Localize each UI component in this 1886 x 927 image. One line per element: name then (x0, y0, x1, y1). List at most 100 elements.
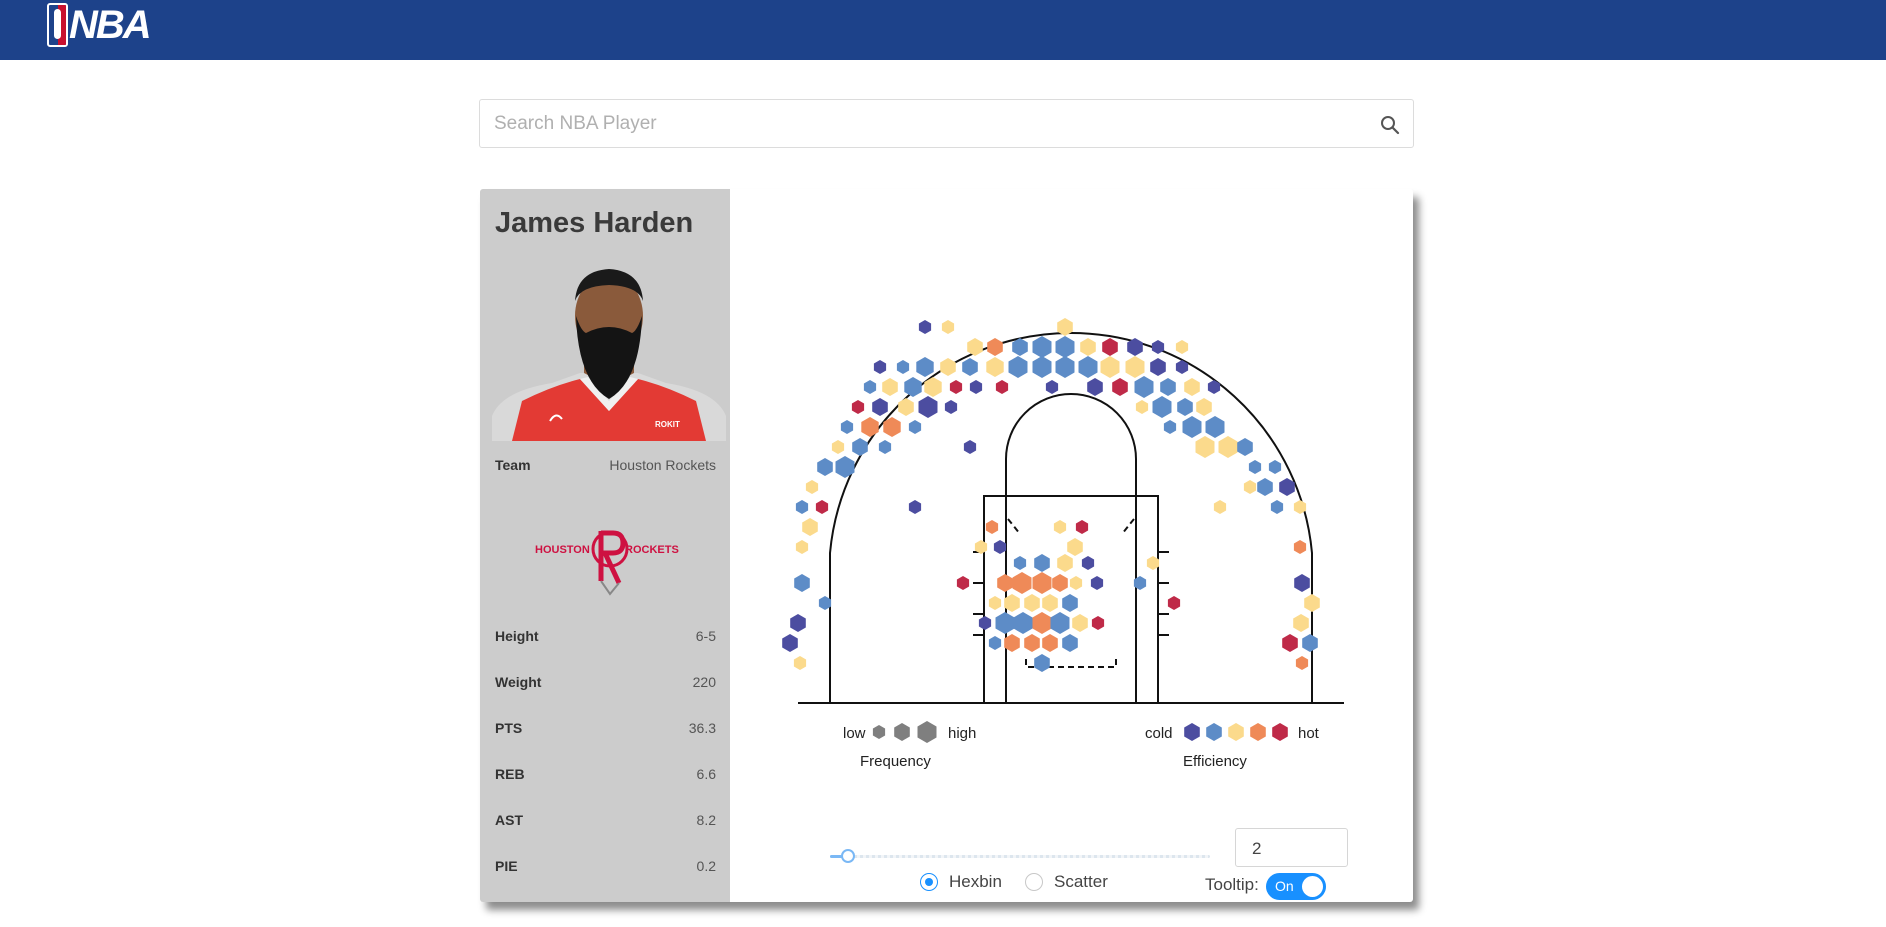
shot-hexbin[interactable] (1237, 438, 1253, 456)
legend-efficiency-hex[interactable] (1206, 723, 1222, 741)
shot-hexbin[interactable] (941, 320, 955, 334)
shot-hexbin[interactable] (1042, 634, 1058, 652)
shot-hexbin[interactable] (782, 634, 798, 652)
shot-hexbin[interactable] (1167, 596, 1181, 610)
shot-hexbin[interactable] (1055, 336, 1075, 358)
shot-hexbin[interactable] (805, 480, 819, 494)
shot-hexbin[interactable] (1163, 420, 1177, 434)
shot-hexbin[interactable] (1057, 554, 1073, 572)
shot-hexbin[interactable] (1293, 614, 1309, 632)
shot-hexbin[interactable] (1293, 540, 1307, 554)
shot-hexbin[interactable] (1184, 378, 1200, 396)
shot-hexbin[interactable] (908, 500, 922, 514)
shot-hexbin[interactable] (1182, 416, 1202, 438)
legend-efficiency-hex[interactable] (1272, 723, 1288, 741)
shot-hexbin[interactable] (882, 378, 898, 396)
shot-hexbin[interactable] (1072, 614, 1088, 632)
shot-hexbin[interactable] (878, 440, 892, 454)
shot-hexbin[interactable] (1045, 380, 1059, 394)
shot-hexbin[interactable] (1294, 574, 1310, 592)
shot-hexbin[interactable] (1102, 338, 1118, 356)
shot-hexbin[interactable] (962, 358, 978, 376)
shot-hexbin[interactable] (1087, 378, 1103, 396)
shot-hexbin[interactable] (908, 420, 922, 434)
shot-hexbin[interactable] (1091, 616, 1105, 630)
legend-frequency-hex[interactable] (917, 721, 937, 743)
shot-hexbin[interactable] (1160, 378, 1176, 396)
shot-hexbin[interactable] (1024, 634, 1040, 652)
shot-hexbin[interactable] (831, 440, 845, 454)
shot-hexbin[interactable] (1055, 356, 1075, 378)
player-search-box[interactable] (479, 99, 1414, 148)
legend-efficiency-hex[interactable] (1228, 723, 1244, 741)
nba-logo[interactable]: NBA (47, 2, 152, 48)
shot-hexbin[interactable] (969, 380, 983, 394)
shot-hexbin[interactable] (967, 338, 983, 356)
hexbin-radio[interactable]: Hexbin (920, 872, 1002, 892)
shot-hexbin[interactable] (873, 360, 887, 374)
shot-hexbin[interactable] (1134, 376, 1154, 398)
shot-hexbin[interactable] (1042, 594, 1058, 612)
shot-hexbin[interactable] (1032, 572, 1052, 594)
shot-hexbin[interactable] (1257, 478, 1273, 496)
shot-hexbin[interactable] (793, 656, 807, 670)
scatter-radio-dot[interactable] (1025, 873, 1043, 891)
shot-hexbin[interactable] (1213, 500, 1227, 514)
shot-hexbin[interactable] (944, 400, 958, 414)
shot-hexbin[interactable] (1050, 612, 1070, 634)
shot-hexbin[interactable] (1295, 656, 1309, 670)
shot-hexbin[interactable] (1034, 654, 1050, 672)
shot-hexbin[interactable] (1177, 398, 1193, 416)
shot-hexbin[interactable] (852, 438, 868, 456)
legend-frequency-hex[interactable] (872, 725, 886, 739)
shot-hexbin[interactable] (1282, 634, 1298, 652)
shot-hexbin[interactable] (995, 612, 1015, 634)
shot-hexbin[interactable] (863, 380, 877, 394)
shot-hexbin[interactable] (1080, 338, 1096, 356)
shot-hexbin[interactable] (940, 358, 956, 376)
shot-hexbin[interactable] (1152, 396, 1172, 418)
shot-hexbin[interactable] (802, 518, 818, 536)
tooltip-toggle-knob[interactable] (1302, 876, 1323, 897)
shot-hexbin[interactable] (1175, 340, 1189, 354)
scatter-radio[interactable]: Scatter (1025, 872, 1108, 892)
shot-hexbin[interactable] (1100, 356, 1120, 378)
shot-hexbin[interactable] (1195, 436, 1215, 458)
shot-hexbin[interactable] (1013, 556, 1027, 570)
shot-hexbin[interactable] (1078, 356, 1098, 378)
shot-hexbin[interactable] (1196, 398, 1212, 416)
bin-size-input[interactable] (1250, 836, 1344, 862)
shot-hexbin[interactable] (1008, 356, 1028, 378)
shot-hexbin[interactable] (1081, 556, 1095, 570)
shot-hexbin[interactable] (1268, 460, 1282, 474)
shot-hexbin[interactable] (815, 500, 829, 514)
shot-hexbin[interactable] (904, 377, 922, 397)
shot-hexbin[interactable] (794, 574, 810, 592)
shot-hexbin[interactable] (861, 417, 879, 437)
search-input[interactable] (492, 108, 1376, 140)
shot-hexbin[interactable] (898, 398, 914, 416)
shot-hexbin[interactable] (1062, 594, 1078, 612)
shot-hexbin[interactable] (840, 420, 854, 434)
shot-hexbin[interactable] (988, 596, 1002, 610)
shot-hexbin[interactable] (1279, 478, 1295, 496)
shot-hexbin[interactable] (851, 400, 865, 414)
shot-hexbin[interactable] (1112, 378, 1128, 396)
shot-hexbin[interactable] (1067, 538, 1083, 556)
shot-hexbin[interactable] (1218, 436, 1238, 458)
shot-hexbin[interactable] (985, 520, 999, 534)
shot-hexbin[interactable] (817, 458, 833, 476)
shot-hexbin[interactable] (1013, 612, 1033, 634)
shot-hexbin[interactable] (1302, 634, 1318, 652)
legend-efficiency-hex[interactable] (1184, 723, 1200, 741)
shot-hexbin[interactable] (993, 540, 1007, 554)
shot-hexbin[interactable] (1248, 460, 1262, 474)
shot-hexbin[interactable] (1125, 356, 1145, 378)
shot-hexbin[interactable] (1012, 572, 1032, 594)
shot-hexbin[interactable] (916, 357, 934, 377)
shot-hexbin[interactable] (1032, 612, 1052, 634)
shot-hexbin[interactable] (1052, 574, 1068, 592)
shot-hexbin[interactable] (918, 396, 938, 418)
slider-thumb[interactable] (841, 849, 855, 863)
tooltip-toggle[interactable]: On (1266, 873, 1326, 900)
